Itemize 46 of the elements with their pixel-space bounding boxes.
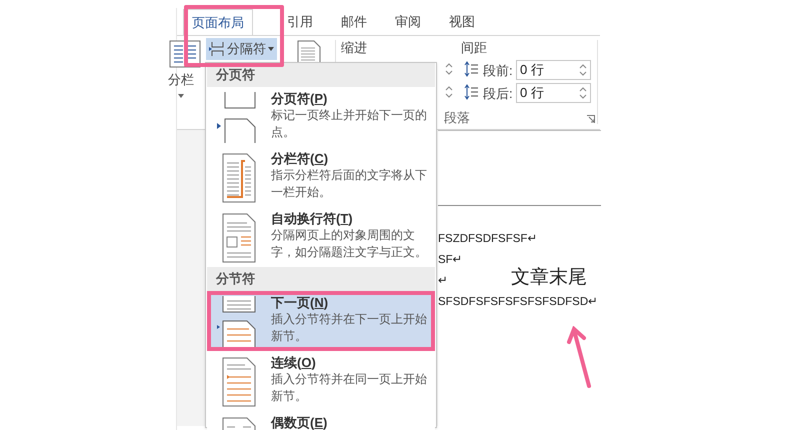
menu-item-title: 自动换行符(T)	[271, 211, 354, 227]
spin-arrows-icon	[579, 64, 587, 76]
spacing-icon	[464, 84, 478, 100]
document-text-line: SF↵	[438, 253, 463, 268]
spacing-field-label: 段后:	[483, 85, 513, 103]
ribbon-tab[interactable]: 审阅	[383, 9, 433, 35]
menu-item-description: 插入分节符并在下一页上开始新节。	[271, 311, 428, 345]
ribbon-tab[interactable]: 视图	[437, 9, 487, 35]
menu-item-title: 偶数页(E)	[271, 415, 328, 430]
menu-item-title: 分页符(P)	[271, 91, 328, 107]
spacing-label: 间距	[461, 39, 487, 57]
ribbon-tab[interactable]: 引用	[275, 9, 325, 35]
group-label: 段落	[444, 109, 470, 127]
columns-button[interactable]: 分栏	[165, 70, 197, 98]
menu-section-header: 分节符	[207, 267, 435, 291]
spin-arrows-icon	[445, 63, 453, 75]
arrow	[566, 326, 594, 390]
dropdown-caret-icon	[178, 94, 184, 98]
spacing-icon	[464, 61, 478, 77]
menu-item-title: 分栏符(C)	[271, 151, 330, 167]
next-page-icon	[217, 295, 257, 347]
menu-section-header: 分页符	[207, 63, 435, 87]
dialog-launcher-icon[interactable]	[587, 115, 595, 123]
menu-item-title: 连续(O)	[271, 355, 317, 371]
document-text-line: ↵	[438, 274, 448, 289]
dropdown-caret-icon	[268, 47, 274, 51]
page-break-icon	[209, 41, 225, 57]
breaks-button[interactable]: 分隔符	[206, 38, 277, 60]
menu-item-description: 指示分栏符后面的文字将从下一栏开始。	[271, 167, 428, 201]
menu-item-description: 分隔网页上的对象周围的文字，如分隔题注文字与正文。	[271, 227, 428, 261]
document-text-line: SFSDFSFSFSFSFSFSDFSD↵	[438, 295, 598, 310]
spin-field[interactable]: 0 行	[516, 60, 591, 80]
menu-item-title: 下一页(N)	[271, 295, 330, 311]
spin-arrows-icon	[579, 87, 587, 99]
indent-label: 缩进	[341, 39, 367, 57]
menu-item-description: 标记一页终止并开始下一页的点。	[271, 107, 428, 141]
spacing-field-label: 段前:	[483, 62, 513, 80]
spin-field[interactable]: 0 行	[516, 83, 591, 103]
page-break-icon	[217, 91, 257, 143]
annotation-text: 文章末尾	[511, 266, 587, 290]
menu-item-description: 插入分节符并在同一页上开始新节。	[271, 371, 428, 405]
menu-item[interactable]: 下一页(N) 插入分节符并在下一页上开始新节。	[207, 291, 435, 351]
ribbon-tab[interactable]: 页面布局	[183, 9, 253, 36]
document-text-line: FSZDFSDFSFSF↵	[438, 232, 538, 247]
spin-arrows-icon	[445, 86, 453, 98]
ribbon-tab[interactable]: 邮件	[329, 9, 379, 35]
